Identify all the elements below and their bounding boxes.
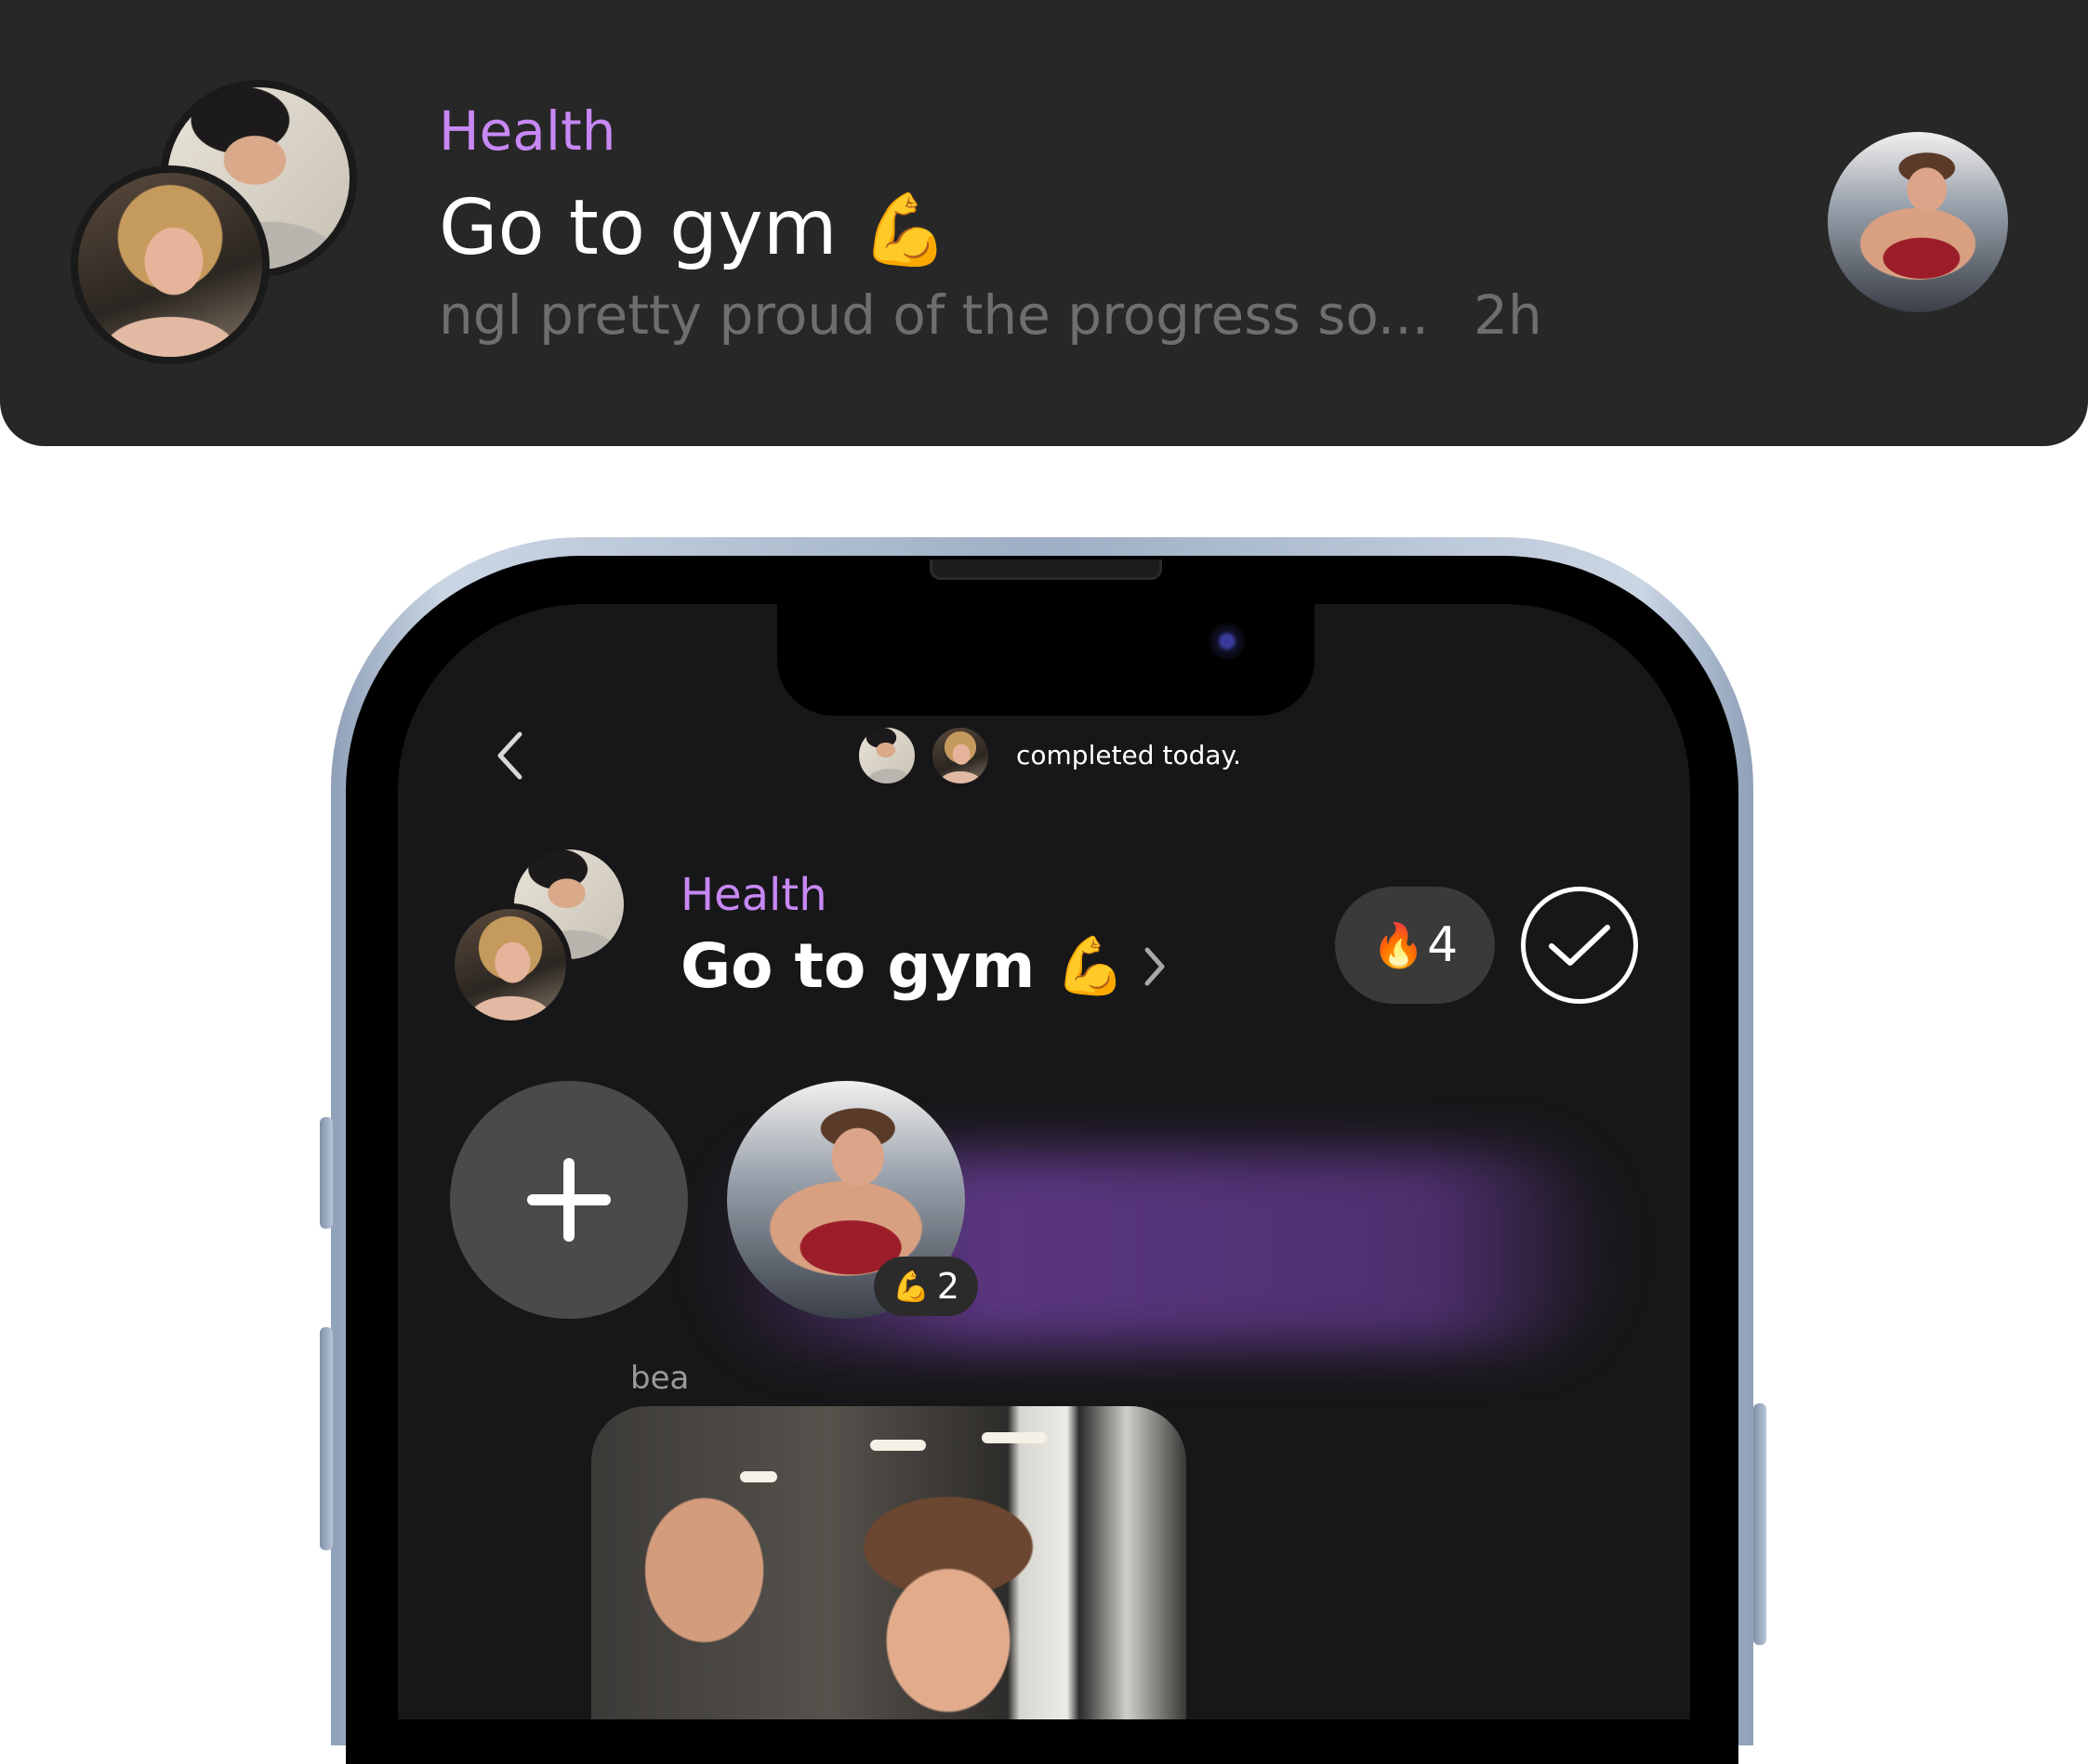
notification-title: Go to gym 💪 <box>439 184 949 274</box>
habit-member-avatar-woman <box>449 903 572 1026</box>
chevron-right-icon <box>1143 945 1167 988</box>
streak-count: 4 <box>1427 917 1459 973</box>
notification-preview: ngl pretty proud of the progress so... 2h <box>439 281 1542 349</box>
habit-title-text: Go to gym <box>681 930 1036 1002</box>
completed-avatar-man <box>856 725 918 786</box>
ceiling-light <box>740 1471 777 1482</box>
flexed-biceps-icon: 💪 <box>892 1269 930 1304</box>
plus-icon <box>527 1158 611 1242</box>
habit-title[interactable]: Go to gym 💪 <box>681 928 1167 1006</box>
back-button[interactable] <box>486 723 533 788</box>
reaction-count: 2 <box>936 1266 960 1307</box>
phone-screen: completed today. Health Go to gym 💪 🔥 4 … <box>398 604 1690 1719</box>
complete-habit-button[interactable] <box>1521 887 1638 1004</box>
front-camera <box>1209 623 1246 660</box>
notification-category: Health <box>439 99 616 163</box>
add-post-button[interactable] <box>450 1081 688 1319</box>
phone-side-button <box>320 1117 333 1229</box>
streak-counter[interactable]: 🔥 4 <box>1335 887 1495 1004</box>
notification-time: 2h <box>1473 283 1542 347</box>
post-thumbnail <box>1828 132 2008 312</box>
ceiling-light <box>982 1432 1047 1443</box>
phone-side-button <box>320 1327 333 1550</box>
completed-today-text: completed today. <box>1016 740 1241 770</box>
post-author-name: bea <box>630 1360 690 1397</box>
notification-preview-text: ngl pretty proud of the progress so... <box>439 283 1430 347</box>
habit-category: Health <box>681 869 827 921</box>
notification-title-text: Go to gym <box>439 184 838 272</box>
post-photo[interactable] <box>591 1406 1186 1719</box>
habit-notification-card[interactable]: Health Go to gym 💪 ngl pretty proud of t… <box>0 0 2088 446</box>
phone-notch <box>777 604 1315 716</box>
flexed-biceps-icon: 💪 <box>1055 934 1127 999</box>
check-icon <box>1549 925 1610 966</box>
phone-speaker <box>930 559 1162 580</box>
ceiling-light <box>870 1440 926 1451</box>
back-chevron-icon <box>497 731 522 780</box>
fire-icon: 🔥 <box>1371 919 1426 970</box>
reaction-badge[interactable]: 💪 2 <box>874 1257 978 1316</box>
friend-avatar-woman <box>71 165 270 364</box>
phone-side-button <box>1753 1403 1766 1645</box>
completed-avatar-woman <box>930 725 991 786</box>
flexed-biceps-icon: 💪 <box>861 189 949 270</box>
